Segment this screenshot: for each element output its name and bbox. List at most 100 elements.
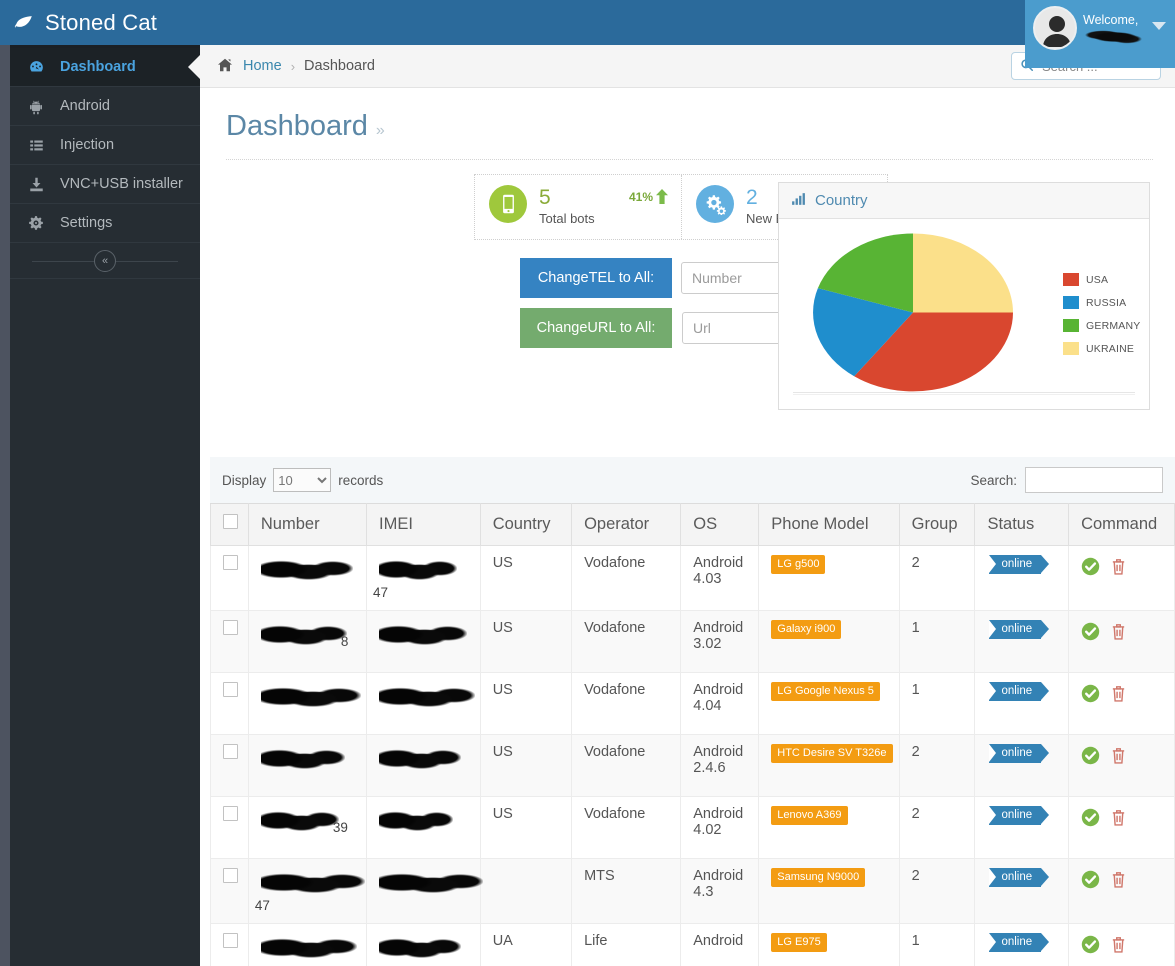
table-row[interactable]: 47 MTS Android 4.3 Samsung N9000 2 online xyxy=(210,858,1175,924)
table-row[interactable]: UA Life Android LG E975 1 online xyxy=(210,923,1175,966)
delete-icon[interactable] xyxy=(1110,557,1127,576)
column-header-phone-model[interactable]: Phone Model xyxy=(758,503,900,546)
sidebar-item-injection[interactable]: Injection xyxy=(10,126,200,165)
row-checkbox[interactable] xyxy=(223,806,238,821)
cell-imei xyxy=(366,858,484,924)
column-header-command[interactable]: Command xyxy=(1068,503,1175,546)
row-checkbox[interactable] xyxy=(223,620,238,635)
row-checkbox[interactable] xyxy=(223,933,238,948)
table-row[interactable]: 8 US Vodafone Android 3.02 Galaxy i900 1 onlin… xyxy=(210,610,1175,673)
chevron-down-icon[interactable] xyxy=(1152,22,1166,30)
sidebar-item-vnc-usb-installer[interactable]: VNC+USB installer xyxy=(10,165,200,204)
cell-imei xyxy=(366,734,481,797)
column-header-country[interactable]: Country xyxy=(479,503,573,546)
table-row[interactable]: US Vodafone Android 2.4.6 HTC Desire SV T32… xyxy=(210,734,1175,797)
column-header-number[interactable]: Number xyxy=(247,503,368,546)
column-header-group[interactable]: Group xyxy=(898,503,976,546)
bar-chart-icon xyxy=(791,192,806,210)
cell-command xyxy=(1068,672,1175,735)
sidebar-item-android[interactable]: Android xyxy=(10,87,200,126)
cell-phone-model: LG Google Nexus 5 xyxy=(758,672,900,735)
table-search-input[interactable] xyxy=(1025,467,1163,493)
cell-imei: 47 xyxy=(366,545,481,611)
status-badge: online xyxy=(989,744,1049,763)
user-menu[interactable]: Welcome, xyxy=(1025,0,1175,68)
legend-item-russia: RUSSIA xyxy=(1063,296,1141,309)
phone-model-badge: LG E975 xyxy=(771,933,827,953)
change-tel-button[interactable]: ChangeTEL to All: xyxy=(520,258,672,298)
column-header-operator[interactable]: Operator xyxy=(571,503,682,546)
delete-icon[interactable] xyxy=(1110,870,1127,889)
breadcrumb-home-link[interactable]: Home xyxy=(243,58,282,74)
table-row[interactable]: 39 US Vodafone Android 4.02 Lenovo A369 2 onli… xyxy=(210,796,1175,859)
row-checkbox[interactable] xyxy=(223,555,238,570)
sidebar-item-dashboard[interactable]: Dashboard xyxy=(10,48,200,87)
cell-status: online xyxy=(974,858,1070,924)
cell-operator: Vodafone xyxy=(571,796,682,859)
cell-country: US xyxy=(479,672,573,735)
delete-icon[interactable] xyxy=(1110,684,1127,703)
legend-item-germany: GERMANY xyxy=(1063,319,1141,332)
status-badge: online xyxy=(989,555,1049,574)
row-checkbox[interactable] xyxy=(223,744,238,759)
approve-icon[interactable] xyxy=(1081,622,1100,641)
delete-icon[interactable] xyxy=(1110,808,1127,827)
sidebar-item-android-label: Android xyxy=(60,98,110,114)
cell-os: Android 3.02 xyxy=(680,610,760,673)
user-silhouette-icon xyxy=(1043,16,1071,47)
table-search-label: Search: xyxy=(970,472,1017,488)
phone-model-badge: Lenovo A369 xyxy=(771,806,848,826)
sidebar-collapse-row: « xyxy=(10,243,200,279)
delete-icon[interactable] xyxy=(1110,935,1127,954)
cell-os: Android 4.3 xyxy=(680,858,760,924)
change-url-button[interactable]: ChangeURL to All: xyxy=(520,308,672,348)
cell-country xyxy=(479,858,573,924)
chart-baseline xyxy=(793,392,1135,395)
cell-operator: Life xyxy=(571,923,682,966)
stat-total-bots-text: 5 Total bots xyxy=(539,185,595,239)
redacted-imei xyxy=(379,622,468,648)
breadcrumb-current: Dashboard xyxy=(304,58,375,74)
approve-icon[interactable] xyxy=(1081,935,1100,954)
cell-country: US xyxy=(479,734,573,797)
cell-command xyxy=(1068,923,1175,966)
sidebar-item-settings[interactable]: Settings xyxy=(10,204,200,243)
redacted-number xyxy=(260,622,347,648)
page-size-select[interactable]: 10 xyxy=(273,468,332,492)
pie-chart xyxy=(813,231,1013,397)
row-checkbox[interactable] xyxy=(223,682,238,697)
approve-icon[interactable] xyxy=(1081,746,1100,765)
delete-icon[interactable] xyxy=(1110,746,1127,765)
top-header-bar: Stoned Cat Welcome, xyxy=(0,0,1175,68)
cell-group: 2 xyxy=(898,796,976,859)
column-header-imei[interactable]: IMEI xyxy=(366,503,481,546)
table-row[interactable]: US Vodafone Android 4.04 LG Google Nexus 5 1… xyxy=(210,672,1175,735)
mobile-phone-icon xyxy=(489,185,527,223)
approve-icon[interactable] xyxy=(1081,808,1100,827)
delete-icon[interactable] xyxy=(1110,622,1127,641)
bots-table: Number IMEI Country Operator OS Phone Mo… xyxy=(210,503,1175,966)
cell-command xyxy=(1068,545,1175,611)
table-row[interactable]: 47 US Vodafone Android 4.03 LG g500 2 online xyxy=(210,545,1175,611)
select-all-checkbox[interactable] xyxy=(223,514,238,529)
approve-icon[interactable] xyxy=(1081,870,1100,889)
cell-group: 1 xyxy=(898,923,976,966)
row-select-cell xyxy=(210,796,249,859)
stat-percent-value: 41% xyxy=(628,189,653,204)
page-title: Dashboard xyxy=(226,110,368,142)
cell-status: online xyxy=(974,672,1070,735)
chevron-double-left-icon[interactable]: « xyxy=(94,249,116,272)
row-checkbox[interactable] xyxy=(223,868,238,883)
column-header-status[interactable]: Status xyxy=(974,503,1070,546)
cell-command xyxy=(1068,796,1175,859)
cell-phone-model: HTC Desire SV T326e xyxy=(758,734,900,797)
brand-logo[interactable]: Stoned Cat xyxy=(13,0,157,45)
approve-icon[interactable] xyxy=(1081,557,1100,576)
number-visible-tail: 47 xyxy=(254,898,270,913)
approve-icon[interactable] xyxy=(1081,684,1100,703)
brand-title: Stoned Cat xyxy=(45,9,158,35)
column-header-os[interactable]: OS xyxy=(680,503,760,546)
legend-item-ukraine: UKRAINE xyxy=(1063,342,1141,355)
redacted-number xyxy=(260,808,339,834)
phone-model-badge: Samsung N9000 xyxy=(771,868,866,888)
